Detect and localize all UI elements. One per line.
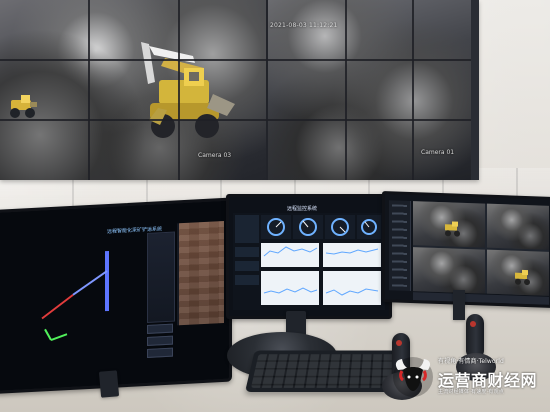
joystick-grip[interactable]	[466, 314, 484, 357]
right-monitor-screen	[385, 194, 550, 305]
video-wall-bezel	[0, 59, 471, 61]
left-side-panel	[177, 220, 224, 326]
left-camera-label: Camera 03	[198, 152, 232, 159]
center-monitor-title: 远程监控系统	[287, 206, 318, 212]
camera-loader-illustration	[445, 221, 461, 237]
left-monitor-stand	[98, 370, 120, 398]
camera-grid	[413, 201, 549, 296]
video-wall-bezel	[266, 0, 268, 180]
machine-axis-visualization	[41, 250, 109, 341]
control-button[interactable]	[147, 323, 173, 334]
camera-tile[interactable]	[413, 247, 485, 294]
camera-tile[interactable]	[486, 203, 549, 250]
left-control-buttons	[147, 323, 173, 358]
left-monitor: 远程智能化采矿铲运系统	[0, 197, 232, 394]
video-wall-bezel	[0, 119, 471, 121]
video-timestamp: 2021-08-03 11:12:21	[270, 22, 338, 29]
control-room-scene: 2021-08-03 11:12:21 Camera 03 Camera 01 …	[0, 0, 550, 412]
camera-list-sidebar	[389, 200, 411, 292]
watermark-badge: 有视角·有情商·Telworld 运营商财经网 主流财经媒体·有速度·有观点	[392, 354, 540, 402]
center-monitor: 远程监控系统	[226, 194, 392, 319]
video-wall-bezel	[345, 0, 347, 180]
video-wall-bezel	[412, 0, 414, 180]
watermark-lower-text: 主流财经媒体·有速度·有观点	[438, 389, 504, 395]
left-loader-illustration	[141, 42, 235, 138]
watermark-upper-text: 有视角·有情商·Telworld	[438, 358, 504, 365]
keyboard[interactable]	[245, 350, 401, 392]
control-button[interactable]	[147, 347, 173, 358]
camera-tile[interactable]	[413, 201, 485, 248]
joystick-trigger[interactable]	[396, 340, 402, 346]
camera-tile[interactable]	[486, 249, 549, 296]
monitoring-dashboard	[233, 213, 385, 310]
control-button[interactable]	[147, 335, 173, 346]
center-monitor-screen: 远程监控系统	[229, 197, 389, 316]
left-monitor-screen: 远程智能化采矿铲运系统	[0, 200, 229, 391]
left-status-table	[147, 231, 175, 323]
camera-loader-illustration	[515, 269, 531, 285]
video-wall-bezel	[88, 0, 90, 180]
video-wall-bezel	[178, 0, 180, 180]
right-camera-label: Camera 01	[421, 149, 455, 156]
right-monitor	[382, 191, 550, 309]
video-wall: 2021-08-03 11:12:21 Camera 03 Camera 01	[0, 0, 479, 180]
joystick-trigger[interactable]	[470, 321, 476, 327]
left-small-loader-illustration	[10, 95, 37, 118]
bull-logo-icon	[393, 357, 433, 397]
